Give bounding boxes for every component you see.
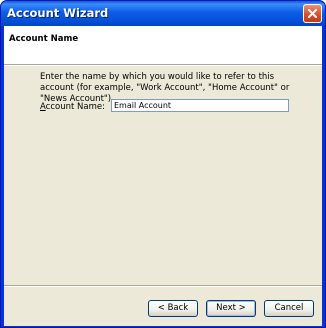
back-button[interactable]: < Back bbox=[148, 300, 198, 317]
account-wizard-window: Account Wizard Account Name Enter the na… bbox=[0, 0, 326, 328]
account-name-label-text: ccount Name: bbox=[45, 102, 105, 112]
cancel-button[interactable]: Cancel bbox=[264, 300, 314, 317]
page-title: Account Name bbox=[9, 34, 79, 44]
close-button[interactable] bbox=[303, 4, 322, 23]
wizard-header: Account Name bbox=[4, 26, 322, 64]
account-name-input[interactable] bbox=[111, 99, 289, 112]
dialog-client-area: Account Name Enter the name by which you… bbox=[4, 26, 322, 326]
footer-divider-highlight bbox=[4, 286, 322, 287]
account-name-label: Account Name: bbox=[40, 102, 105, 112]
next-button[interactable]: Next > bbox=[206, 300, 256, 317]
window-title: Account Wizard bbox=[7, 6, 109, 20]
title-bar[interactable]: Account Wizard bbox=[1, 1, 325, 26]
close-icon bbox=[308, 9, 317, 18]
header-divider-highlight bbox=[4, 65, 322, 66]
